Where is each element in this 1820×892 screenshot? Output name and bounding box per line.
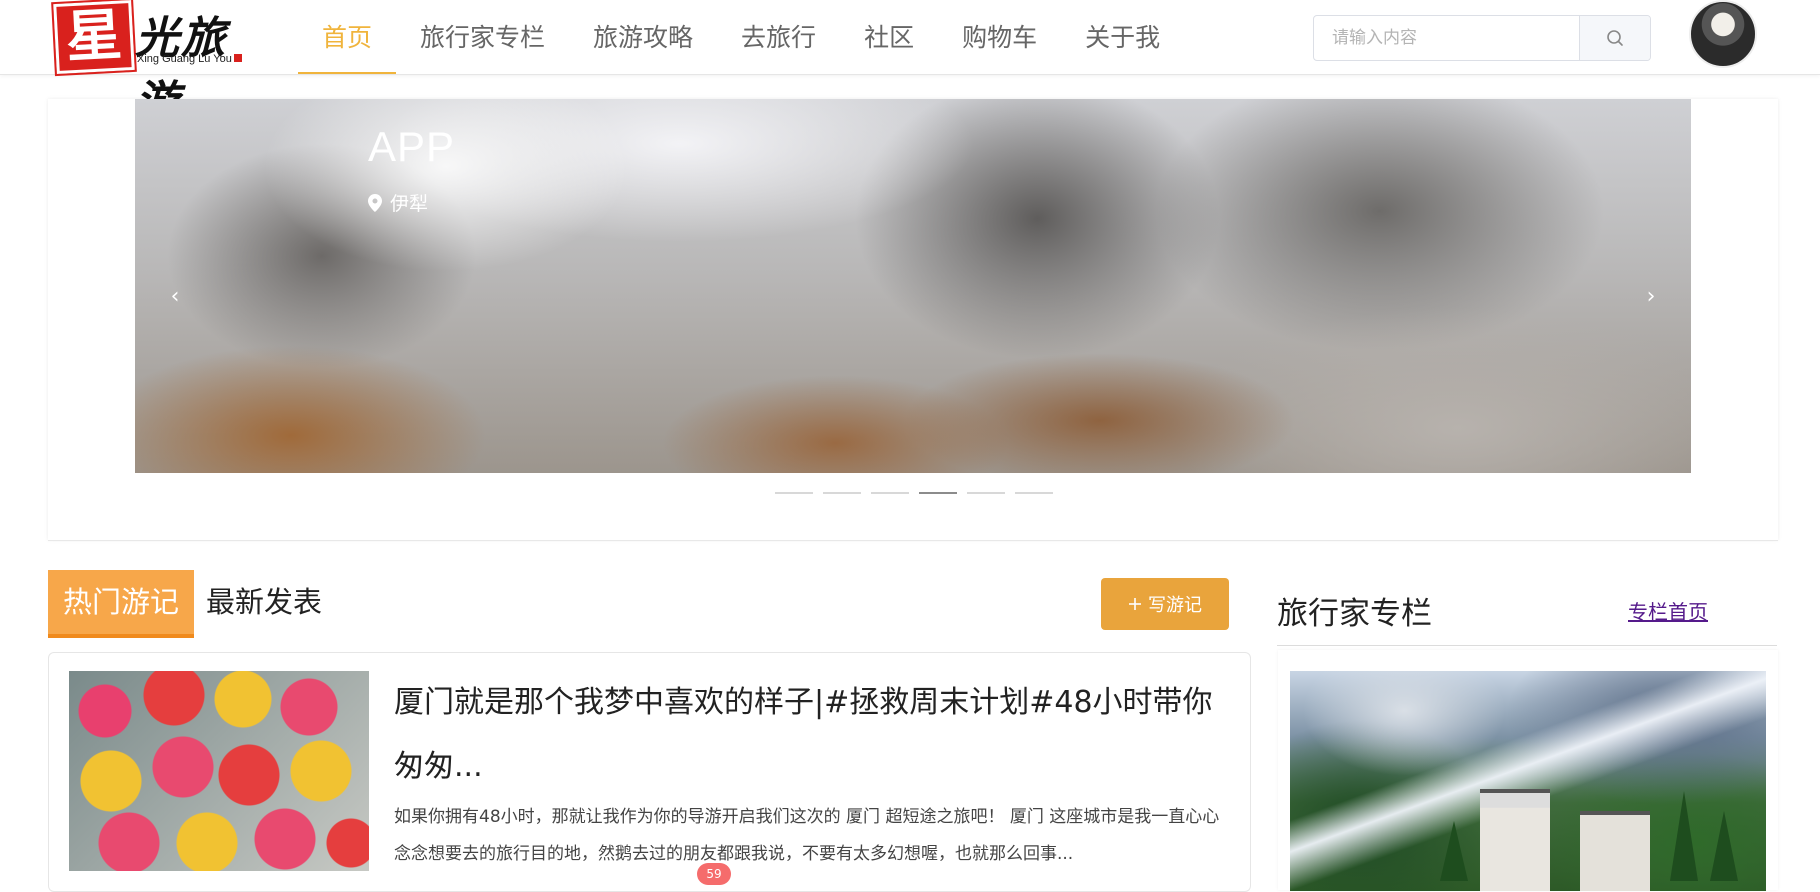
tab-hot-travelogues[interactable]: 热门游记 xyxy=(48,570,194,638)
plus-icon xyxy=(1129,598,1141,610)
search-icon xyxy=(1607,30,1623,46)
nav-item-community[interactable]: 社区 xyxy=(840,0,938,72)
site-logo[interactable]: 星 光旅游 Xing Guang Lu You xyxy=(51,0,270,128)
nav-item-traveler-column[interactable]: 旅行家专栏 xyxy=(396,0,569,72)
logo-subtitle: Xing Guang Lu You xyxy=(137,53,242,65)
user-avatar[interactable] xyxy=(1689,0,1757,68)
carousel-indicators xyxy=(775,492,1053,494)
sidebar-divider xyxy=(1277,645,1777,646)
logo-mark: 星 xyxy=(51,0,137,77)
building-shape xyxy=(1580,811,1650,891)
slide-location: 伊犁 xyxy=(368,189,428,216)
write-travelogue-button[interactable]: 写游记 xyxy=(1101,578,1229,630)
section-divider xyxy=(48,540,1778,541)
search-box xyxy=(1313,15,1651,61)
travelogue-card[interactable]: 厦门就是那个我梦中喜欢的样子|#拯救周末计划#48小时带你匆匆... 如果你拥有… xyxy=(48,652,1251,892)
location-pin-icon xyxy=(368,193,382,212)
tree-shape xyxy=(1440,821,1468,881)
travelogue-description: 如果你拥有48小时，那就让我作为你的导游开启我们这次的 厦门 超短途之旅吧！ 厦… xyxy=(394,807,1220,864)
search-button[interactable] xyxy=(1579,16,1650,60)
tab-latest-posts[interactable]: 最新发表 xyxy=(206,570,322,638)
tree-shape xyxy=(1710,811,1738,881)
banner-carousel: APP 伊犁 ‹ › xyxy=(48,99,1778,540)
chevron-right-icon[interactable]: › xyxy=(1633,279,1669,315)
carousel-dot[interactable] xyxy=(823,492,861,494)
slide-location-text: 伊犁 xyxy=(390,193,429,215)
carousel-dot-active[interactable] xyxy=(919,492,957,494)
nav-item-go-travel[interactable]: 去旅行 xyxy=(717,0,840,72)
carousel-dot[interactable] xyxy=(967,492,1005,494)
tree-shape xyxy=(1670,791,1698,881)
logo-subtitle-text: Xing Guang Lu You xyxy=(137,53,232,65)
column-cover-image[interactable] xyxy=(1290,671,1766,891)
carousel-dot[interactable] xyxy=(871,492,909,494)
nav-item-about[interactable]: 关于我 xyxy=(1061,0,1184,72)
chevron-left-icon[interactable]: ‹ xyxy=(157,279,193,315)
building-shape xyxy=(1480,789,1550,891)
count-badge: 59 xyxy=(697,863,731,885)
nav-item-cart[interactable]: 购物车 xyxy=(938,0,1061,72)
nav-item-travel-guides[interactable]: 旅游攻略 xyxy=(569,0,717,72)
travelogue-title[interactable]: 厦门就是那个我梦中喜欢的样子|#拯救周末计划#48小时带你匆匆... xyxy=(394,671,1234,799)
carousel-slide-image[interactable]: APP 伊犁 ‹ › xyxy=(135,99,1691,473)
carousel-dot[interactable] xyxy=(775,492,813,494)
search-input[interactable] xyxy=(1314,16,1579,60)
top-header: 星 光旅游 Xing Guang Lu You 首页 旅行家专栏 旅游攻略 去旅… xyxy=(0,0,1820,128)
sidebar-title: 旅行家专栏 xyxy=(1277,596,1432,632)
slide-title: APP xyxy=(368,123,456,170)
nav-item-home[interactable]: 首页 xyxy=(298,0,397,74)
travelogue-thumbnail[interactable] xyxy=(69,671,369,871)
column-home-link[interactable]: 专栏首页 xyxy=(1628,596,1708,625)
logo-red-square xyxy=(233,54,242,62)
carousel-dot[interactable] xyxy=(1015,492,1053,494)
main-nav: 首页 旅行家专栏 旅游攻略 去旅行 社区 购物车 关于我 xyxy=(298,0,1184,74)
write-travelogue-label: 写游记 xyxy=(1148,595,1202,616)
